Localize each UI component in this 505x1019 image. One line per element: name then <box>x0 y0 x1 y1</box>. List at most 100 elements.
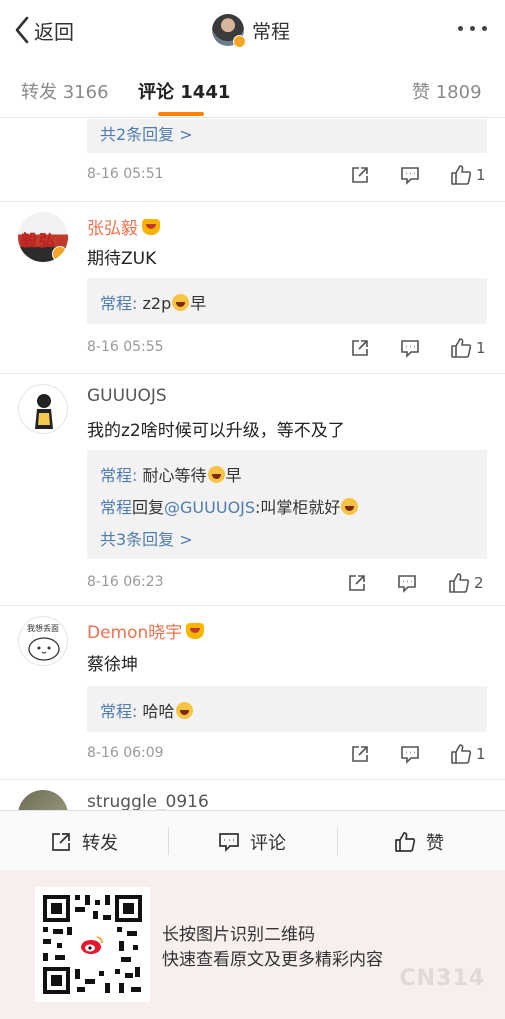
avatar[interactable] <box>212 14 246 48</box>
like-comment-button[interactable]: 1 <box>450 337 486 359</box>
comment-time: 8-16 05:55 <box>87 339 164 355</box>
avatar-text: 我想丢面 <box>27 624 59 633</box>
comment-username[interactable]: 张弘毅 <box>87 214 160 239</box>
thumbs-up-icon <box>451 338 472 358</box>
back-button[interactable]: 返回 <box>14 14 74 46</box>
comment-icon <box>401 167 419 185</box>
avatar[interactable]: 毅弘 <box>18 212 68 262</box>
comment-time: 8-16 06:09 <box>87 745 164 761</box>
comment-button[interactable]: 评论 <box>218 829 286 855</box>
promo-line-1: 长按图片识别二维码 <box>162 925 315 945</box>
repost-comment-button[interactable] <box>350 165 370 185</box>
like-button[interactable]: 赞 <box>394 829 444 855</box>
laugh-emoji-icon <box>175 702 193 719</box>
comment-text: 蔡徐坤 <box>87 655 138 675</box>
repost-icon <box>52 833 70 851</box>
reply-box[interactable]: 常程: 耐心等待早 常程回复@GUUUOJS:叫掌柜就好 共3条回复 > <box>87 450 487 559</box>
reply-comment-button[interactable] <box>400 165 420 185</box>
thumbs-up-icon <box>395 832 416 852</box>
repost-icon <box>352 167 368 183</box>
tab-comments[interactable]: 评论 1441 <box>138 78 230 104</box>
like-count: 2 <box>474 574 484 592</box>
reply-line: 常程: 耐心等待早 <box>100 466 242 485</box>
repost-button[interactable]: 转发 <box>50 829 118 855</box>
avatar-illustration <box>35 394 53 429</box>
thumbs-up-icon <box>451 744 472 764</box>
comment-username[interactable]: Demon晓宇 <box>87 618 205 643</box>
repost-comment-button[interactable] <box>350 744 370 764</box>
comment-time: 8-16 06:23 <box>87 574 164 590</box>
tab-likes[interactable]: 赞 1809 <box>412 78 482 104</box>
comment-text: 我的z2啥时候可以升级，等不及了 <box>87 421 345 441</box>
like-comment-button[interactable]: 1 <box>450 743 486 765</box>
qr-code[interactable] <box>35 887 150 1002</box>
comment-item: struggle_0916 <box>0 780 505 810</box>
verified-badge-icon <box>52 246 68 262</box>
like-comment-button[interactable]: 2 <box>448 572 484 594</box>
mention-link[interactable]: @GUUUOJS <box>164 498 255 517</box>
chevron-left-icon <box>15 16 29 44</box>
page-title-group[interactable]: 常程 <box>212 12 290 48</box>
avatar-text: 毅弘 <box>21 231 58 250</box>
avatar[interactable] <box>18 790 68 810</box>
reply-box[interactable]: 常程: 哈哈 <box>87 686 487 732</box>
tab-repost[interactable]: 转发 3166 <box>21 78 109 104</box>
repost-icon <box>349 575 365 591</box>
vip-crown-icon <box>142 219 160 235</box>
divider <box>168 827 169 855</box>
repost-comment-button[interactable] <box>347 573 367 593</box>
more-icon[interactable] <box>458 26 487 31</box>
like-count: 1 <box>476 745 486 763</box>
top-bar: 返回 常程 <box>0 0 505 60</box>
reply-line: 常程回复@GUUUOJS:叫掌柜就好 <box>100 494 359 518</box>
qr-promo-banner: 长按图片识别二维码 快速查看原文及更多精彩内容 CN314 <box>0 870 505 1019</box>
comment-icon <box>401 340 419 358</box>
more-replies-link[interactable]: 共2条回复 > <box>100 121 193 145</box>
comment-item: 我想丢面 Demon晓宇 蔡徐坤 常程: 哈哈 8-16 06:09 1 <box>0 606 505 780</box>
bottom-action-bar: 转发 评论 赞 <box>0 810 505 870</box>
laugh-emoji-icon <box>172 294 190 311</box>
repost-comment-button[interactable] <box>350 338 370 358</box>
comment-item: GUUUOJS 我的z2啥时候可以升级，等不及了 常程: 耐心等待早 常程回复@… <box>0 374 505 606</box>
vip-crown-icon <box>186 623 205 639</box>
comment-username[interactable]: struggle_0916 <box>87 792 209 810</box>
repost-icon <box>352 746 368 762</box>
avatar[interactable] <box>18 384 68 434</box>
comment-icon <box>219 833 239 853</box>
like-label: 赞 <box>426 833 444 854</box>
like-count: 1 <box>476 339 486 357</box>
repost-label: 转发 <box>82 833 118 854</box>
like-count: 1 <box>476 166 486 184</box>
tab-bar: 转发 3166 评论 1441 赞 1809 <box>0 60 505 118</box>
comment-time: 8-16 05:51 <box>87 166 164 182</box>
reply-comment-button[interactable] <box>400 338 420 358</box>
comment-username[interactable]: GUUUOJS <box>87 386 167 406</box>
back-label: 返回 <box>34 19 74 44</box>
like-comment-button[interactable]: 1 <box>450 164 486 186</box>
verified-badge-icon <box>233 35 246 48</box>
thumbs-up-icon <box>449 573 470 593</box>
comment-item: 毅弘 张弘毅 期待ZUK 常程: z2p 早 8-16 05:55 1 <box>0 202 505 374</box>
comment-item: 共2条回复 > 8-16 05:51 1 <box>0 119 505 202</box>
more-replies-link[interactable]: 共3条回复 > <box>100 526 193 550</box>
reply-comment-button[interactable] <box>400 744 420 764</box>
laugh-emoji-icon <box>341 498 359 515</box>
qr-code-icon <box>43 895 142 994</box>
comment-icon <box>398 575 416 593</box>
thumbs-up-icon <box>451 165 472 185</box>
promo-line-2: 快速查看原文及更多精彩内容 <box>162 950 383 970</box>
reply-line: 常程: 哈哈 <box>100 698 194 722</box>
repost-icon <box>352 340 368 356</box>
comment-icon <box>401 746 419 764</box>
watermark: CN314 <box>399 966 485 991</box>
laugh-emoji-icon <box>207 466 225 483</box>
avatar[interactable]: 我想丢面 <box>18 616 68 666</box>
reply-comment-button[interactable] <box>397 573 417 593</box>
reply-box[interactable]: 共2条回复 > <box>87 119 487 153</box>
comment-label: 评论 <box>250 833 286 854</box>
tab-active-indicator <box>158 112 204 116</box>
comment-text: 期待ZUK <box>87 249 157 269</box>
page-title: 常程 <box>252 20 291 43</box>
reply-box[interactable]: 常程: z2p 早 <box>87 278 487 324</box>
divider <box>337 827 338 855</box>
